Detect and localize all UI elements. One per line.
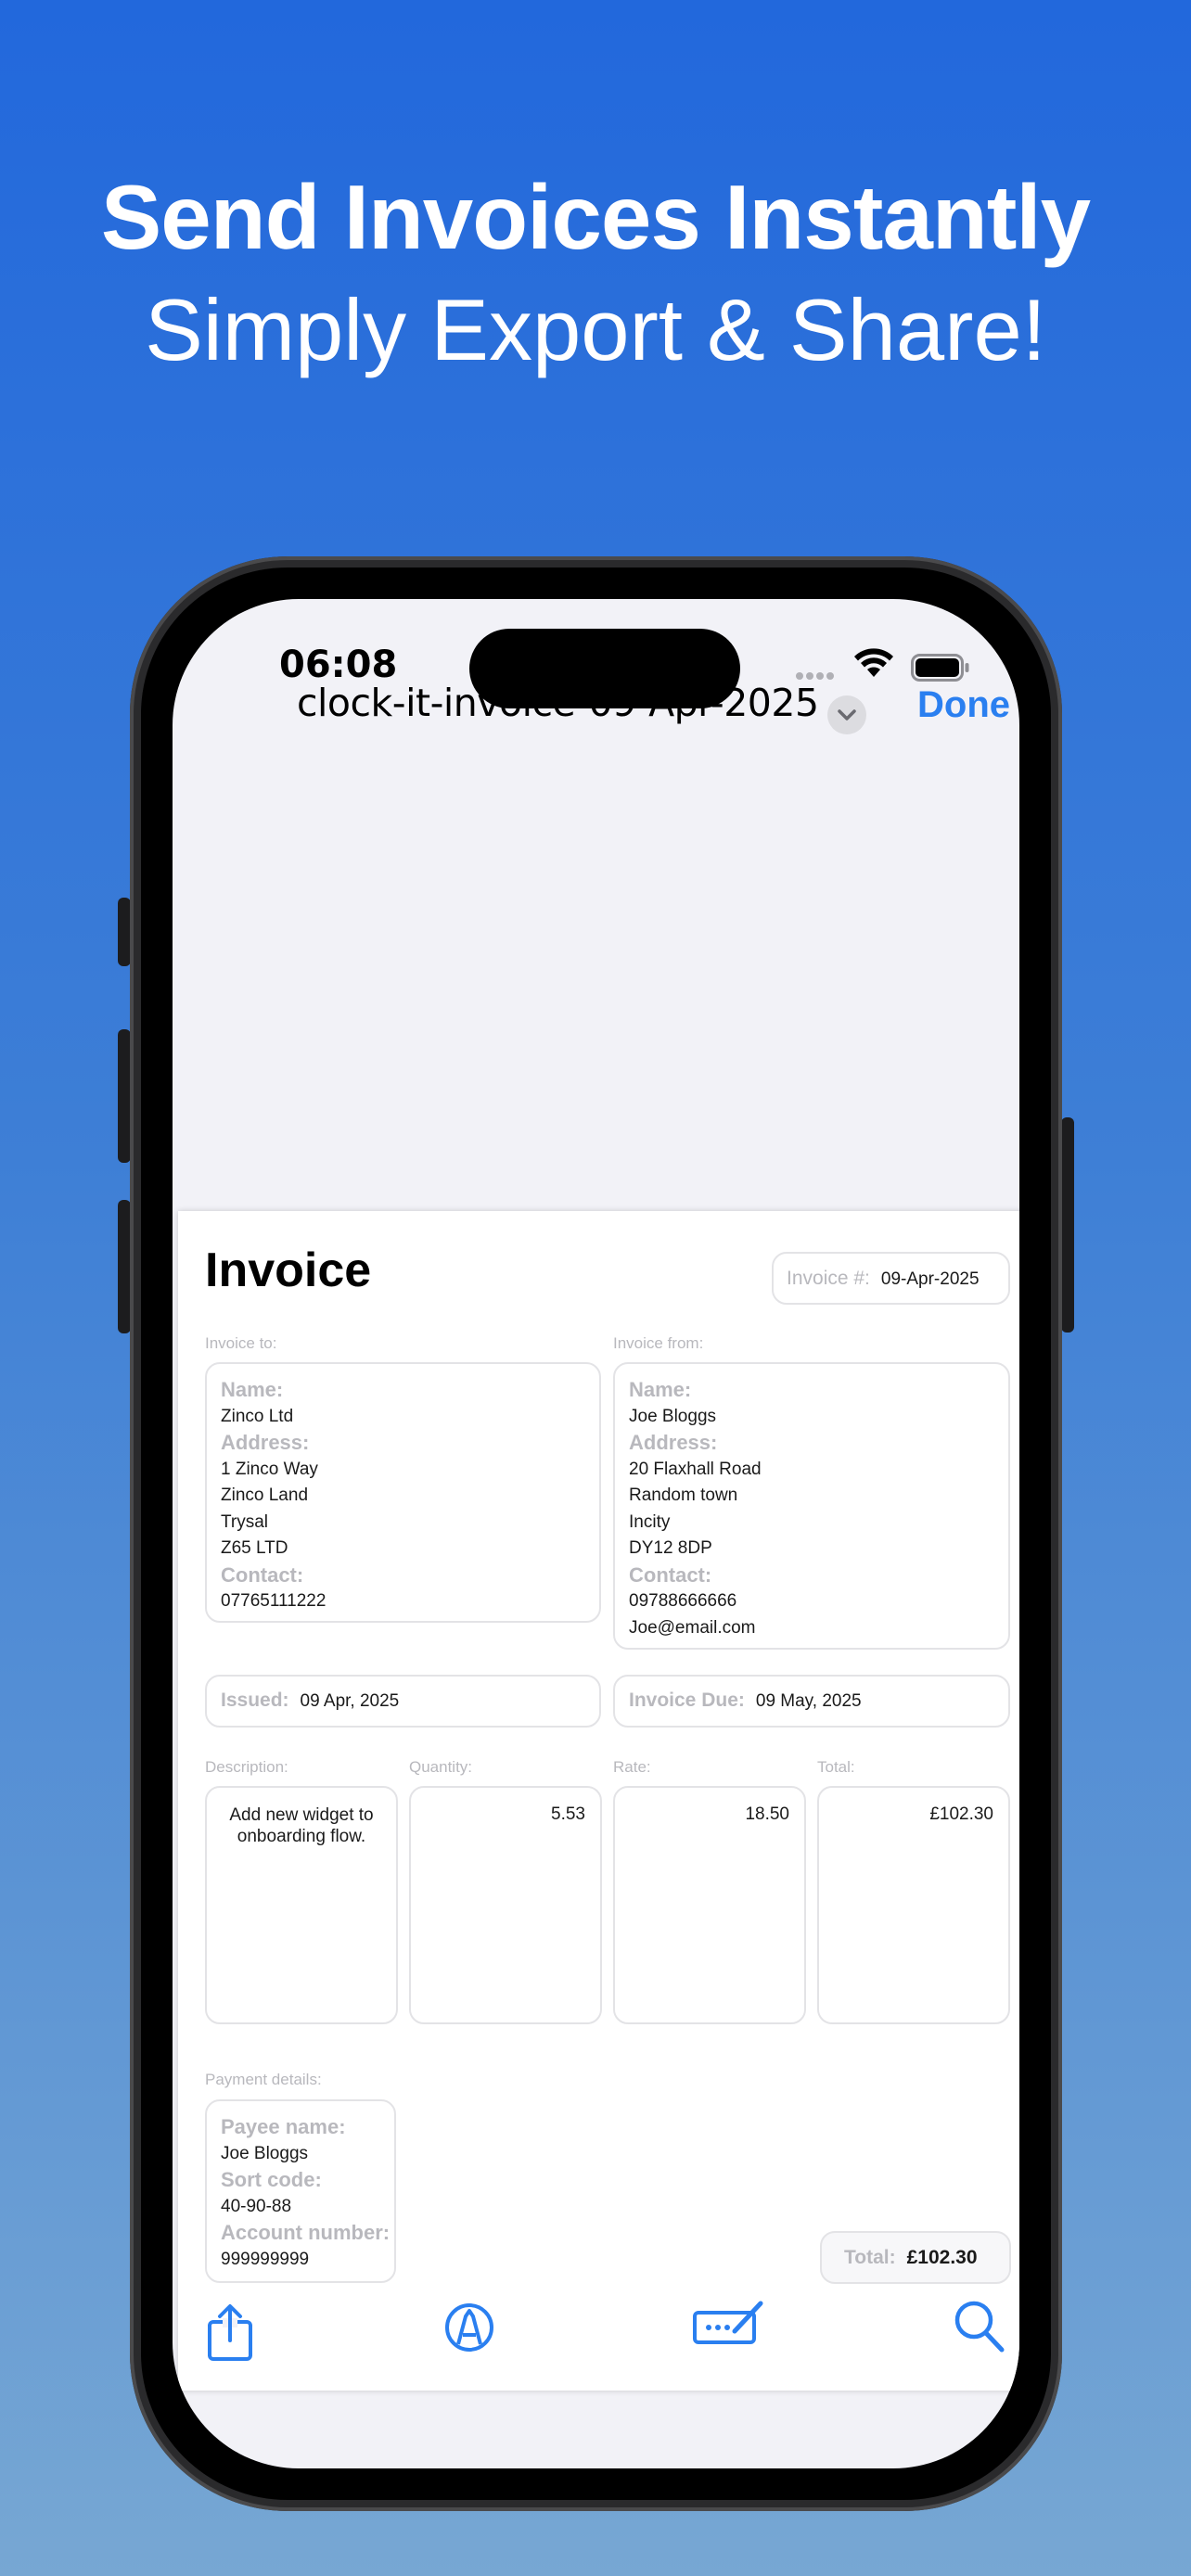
invoice-number-box: Invoice #: 09-Apr-2025 [772, 1252, 1010, 1305]
to-contact-line: 07765111222 [221, 1591, 327, 1611]
due-date-box: Invoice Due: 09 May, 2025 [613, 1675, 1010, 1728]
sort-code: 40-90-88 [221, 2196, 292, 2216]
sort-code-label: Sort code: [221, 2168, 322, 2191]
quantity-column-label: Quantity: [409, 1758, 473, 1776]
chevron-down-icon [838, 709, 856, 721]
invoice-to-box: Name: Zinco Ltd Address: 1 Zinco Way Zin… [205, 1362, 601, 1623]
invoice-from-box: Name: Joe Bloggs Address: 20 Flaxhall Ro… [613, 1362, 1010, 1650]
rate-cell: 18.50 [613, 1786, 806, 2024]
from-address-line: 20 Flaxhall Road [629, 1459, 762, 1479]
phone-screen: 06:08 clock-it-invoice-09-Apr-2025 Done [173, 599, 1019, 2468]
from-name: Joe Bloggs [629, 1406, 717, 1426]
to-address-label: Address: [221, 1431, 310, 1454]
from-address-line: Random town [629, 1486, 738, 1505]
search-icon[interactable] [954, 2300, 1005, 2355]
share-icon[interactable] [204, 2303, 256, 2363]
grand-total-label: Total: [844, 2247, 896, 2268]
quantity-cell: 5.53 [409, 1786, 602, 2024]
done-button[interactable]: Done [917, 684, 1010, 726]
wifi-icon [854, 648, 893, 677]
action-button [118, 898, 131, 966]
promo-subheadline: Simply Export & Share! [145, 281, 1046, 378]
issued-label: Issued: [221, 1690, 289, 1711]
line-item-total: £102.30 [929, 1804, 993, 1824]
promo-headline-block: Send Invoices Instantly Simply Export & … [0, 162, 1191, 385]
to-address-line: Zinco Land [221, 1486, 309, 1505]
total-column-label: Total: [817, 1758, 855, 1776]
from-contact-label: Contact: [629, 1562, 712, 1587]
from-address-line: DY12 8DP [629, 1538, 712, 1558]
volume-down-button [118, 1200, 131, 1333]
invoice-number-value: 09-Apr-2025 [880, 1269, 980, 1289]
to-address-line: Z65 LTD [221, 1538, 288, 1558]
from-contact-line: 09788666666 [629, 1591, 737, 1611]
grand-total-value: £102.30 [906, 2247, 978, 2268]
markup-icon[interactable] [443, 2302, 495, 2353]
due-label: Invoice Due: [629, 1690, 745, 1711]
to-contact-label: Contact: [221, 1562, 304, 1587]
phone-bezel: 06:08 clock-it-invoice-09-Apr-2025 Done [141, 567, 1051, 2500]
invoice-document[interactable]: Invoice Invoice #: 09-Apr-2025 Invoice to… [178, 1211, 1019, 2391]
to-name-label: Name: [221, 1378, 284, 1401]
invoice-title: Invoice [205, 1243, 372, 1297]
invoice-to-section-label: Invoice to: [205, 1334, 277, 1352]
from-name-label: Name: [629, 1378, 692, 1401]
to-address-line: Trysal [221, 1511, 269, 1532]
issued-date-box: Issued: 09 Apr, 2025 [205, 1675, 601, 1728]
rate-column-label: Rate: [613, 1758, 651, 1776]
line-item-rate: 18.50 [745, 1804, 789, 1824]
invoice-from-section-label: Invoice from: [613, 1334, 704, 1352]
payee-label: Payee name: [221, 2115, 346, 2138]
description-cell: Add new widget to onboarding flow. [205, 1786, 398, 2024]
title-menu-button[interactable] [827, 695, 866, 734]
account-number: 999999999 [221, 2249, 310, 2269]
to-name: Zinco Ltd [221, 1406, 294, 1426]
power-button [1061, 1117, 1074, 1333]
payment-section-label: Payment details: [205, 2071, 322, 2088]
total-cell: £102.30 [817, 1786, 1010, 2024]
phone-frame: 06:08 clock-it-invoice-09-Apr-2025 Done [130, 556, 1062, 2511]
volume-up-button [118, 1029, 131, 1163]
from-address-line: Incity [629, 1511, 671, 1532]
to-address-line: 1 Zinco Way [221, 1459, 318, 1479]
battery-icon [911, 654, 969, 682]
line-item-description: Add new widget to onboarding flow. [229, 1805, 374, 1846]
payment-details-box: Payee name: Joe Bloggs Sort code: 40-90-… [205, 2099, 396, 2283]
issued-value: 09 Apr, 2025 [300, 1691, 400, 1711]
invoice-number-label: Invoice #: [787, 1268, 870, 1289]
line-item-quantity: 5.53 [551, 1804, 585, 1824]
promo-headline: Send Invoices Instantly [100, 166, 1091, 268]
file-title[interactable]: clock-it-invoice-09-Apr-2025 [297, 681, 819, 725]
from-contact-line: Joe@email.com [629, 1617, 756, 1638]
grand-total-box: Total: £102.30 [820, 2231, 1011, 2284]
from-address-label: Address: [629, 1431, 718, 1454]
description-column-label: Description: [205, 1758, 288, 1776]
signature-icon[interactable] [692, 2296, 766, 2348]
payee-name: Joe Bloggs [221, 2143, 309, 2163]
due-value: 09 May, 2025 [755, 1691, 862, 1711]
account-number-label: Account number: [221, 2221, 391, 2244]
